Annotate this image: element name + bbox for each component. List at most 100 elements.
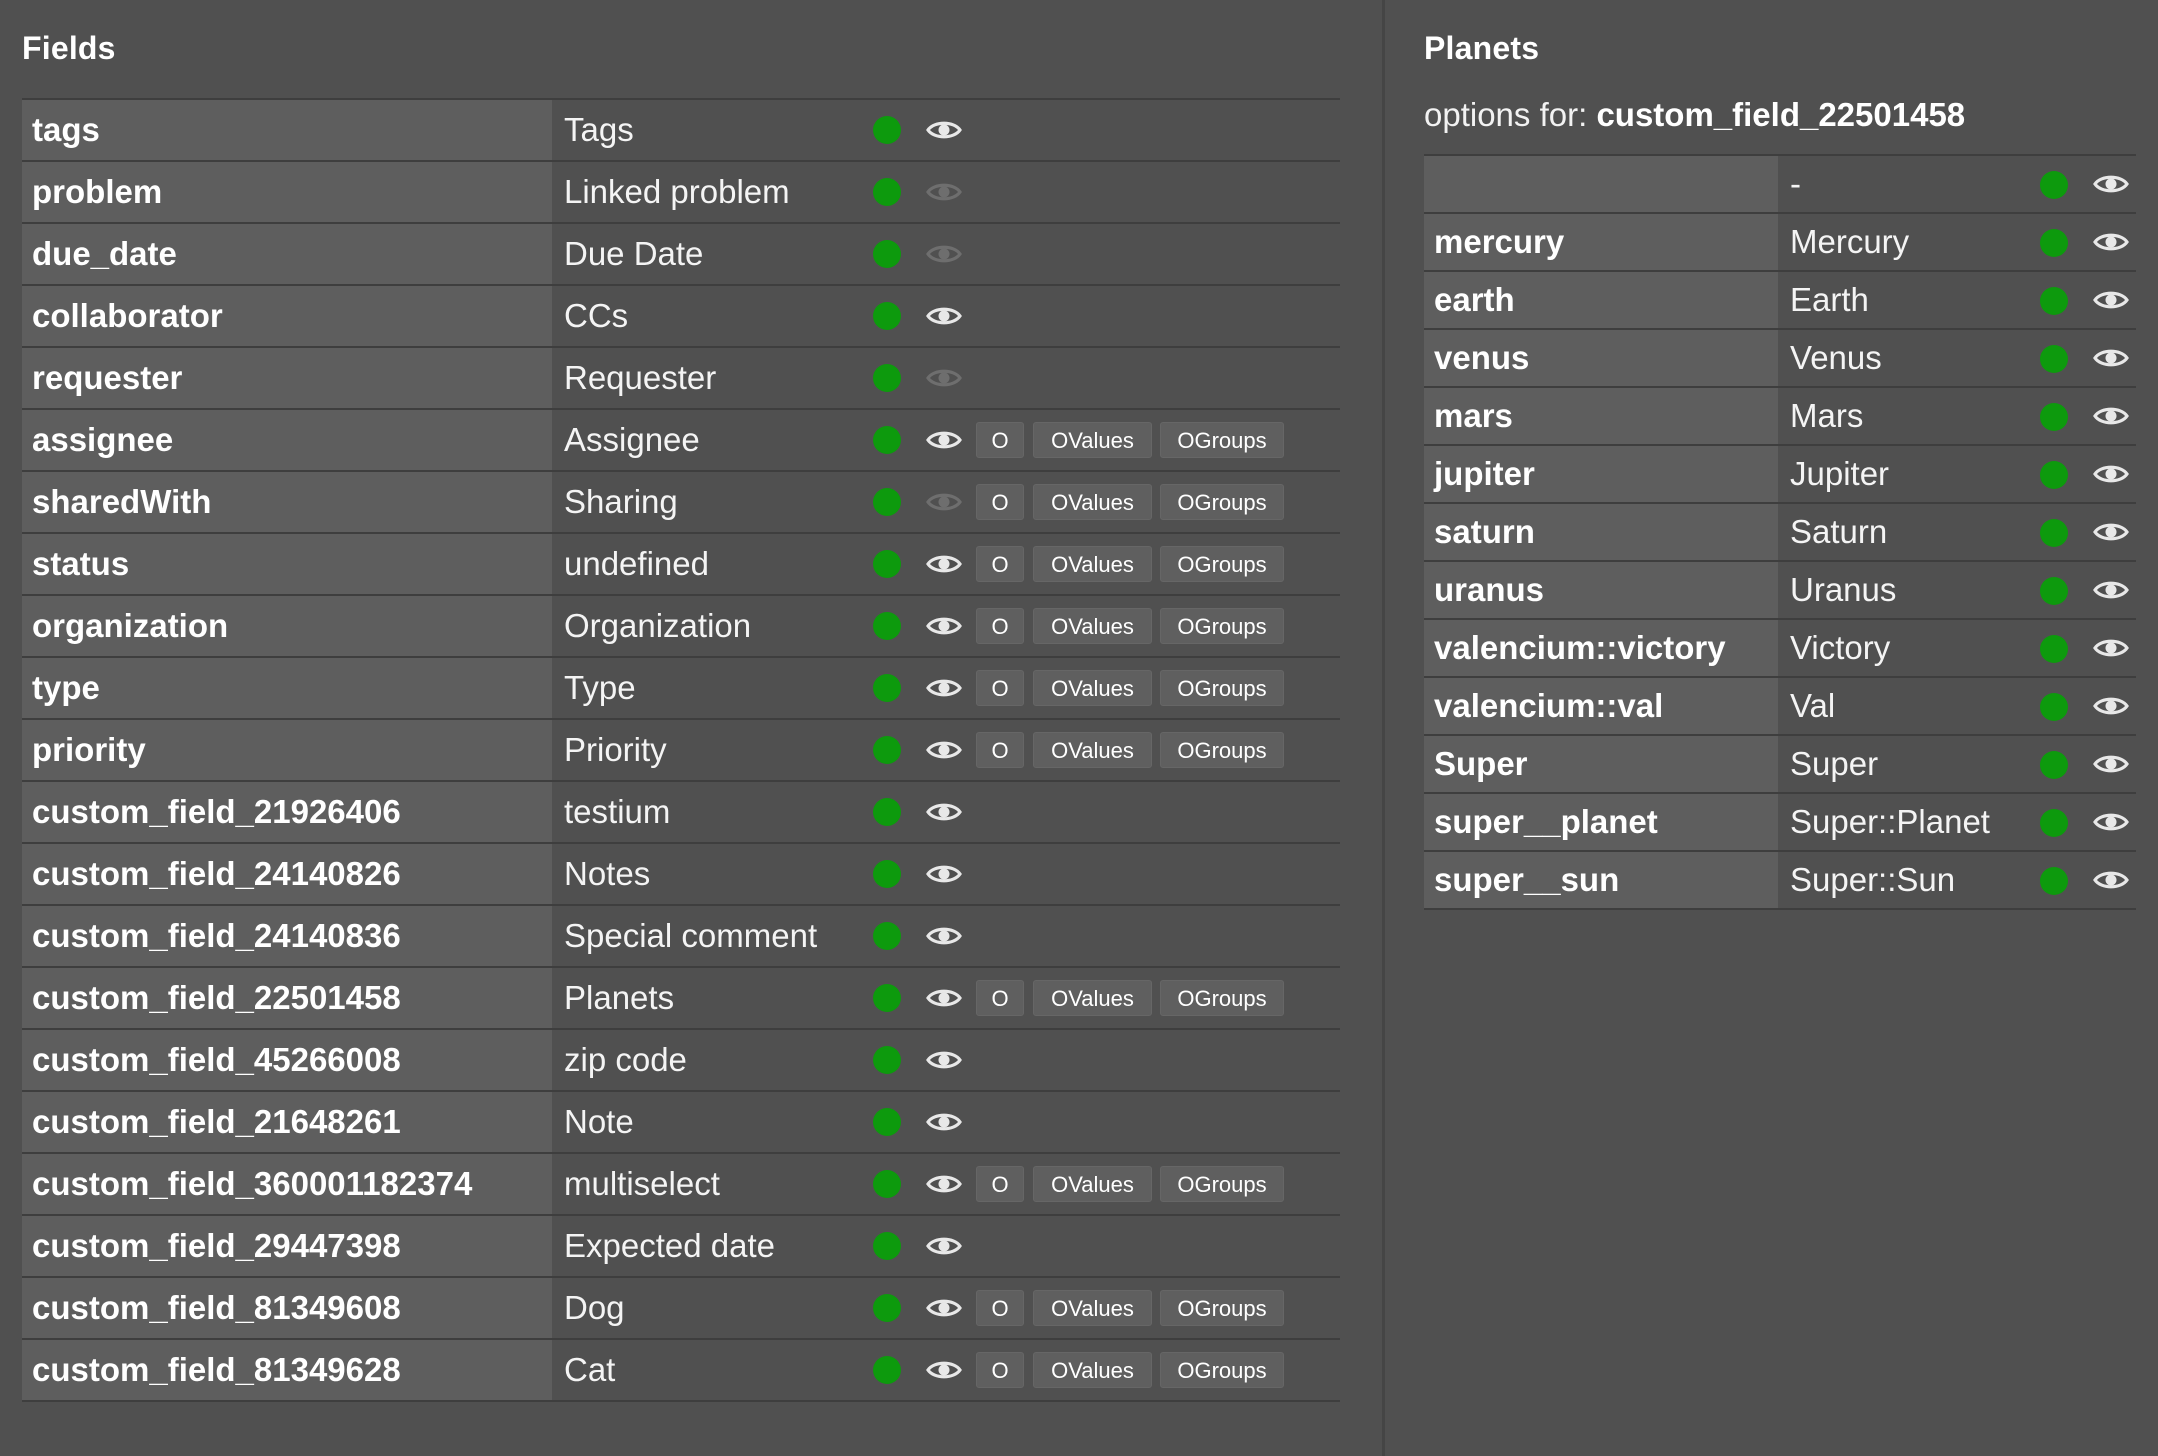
ogroups-button[interactable]: OGroups: [1160, 980, 1284, 1016]
o-button[interactable]: O: [976, 1352, 1024, 1388]
ogroups-button[interactable]: OGroups: [1160, 484, 1284, 520]
status-dot-icon[interactable]: [873, 1356, 901, 1384]
eye-icon[interactable]: [2093, 230, 2129, 254]
ovalues-button[interactable]: OValues: [1033, 1166, 1152, 1202]
eye-icon[interactable]: [2093, 346, 2129, 370]
eye-icon[interactable]: [2093, 694, 2129, 718]
eye-icon[interactable]: [926, 800, 962, 824]
eye-icon[interactable]: [2093, 288, 2129, 312]
ogroups-button[interactable]: OGroups: [1160, 608, 1284, 644]
status-dot-icon[interactable]: [873, 364, 901, 392]
eye-icon[interactable]: [926, 1296, 962, 1320]
status-dot-icon[interactable]: [2040, 519, 2068, 547]
status-dot-icon[interactable]: [873, 302, 901, 330]
status-dot-icon[interactable]: [873, 240, 901, 268]
ovalues-button[interactable]: OValues: [1033, 980, 1152, 1016]
status-dot-icon[interactable]: [2040, 635, 2068, 663]
eye-icon[interactable]: [2093, 404, 2129, 428]
o-button[interactable]: O: [976, 608, 1024, 644]
status-dot-icon[interactable]: [2040, 403, 2068, 431]
ogroups-button[interactable]: OGroups: [1160, 732, 1284, 768]
status-dot-icon[interactable]: [873, 736, 901, 764]
eye-icon[interactable]: [926, 366, 962, 390]
status-dot-icon[interactable]: [873, 798, 901, 826]
eye-icon[interactable]: [926, 862, 962, 886]
o-button[interactable]: O: [976, 1290, 1024, 1326]
ovalues-button[interactable]: OValues: [1033, 422, 1152, 458]
eye-icon[interactable]: [926, 428, 962, 452]
status-dot-icon[interactable]: [2040, 345, 2068, 373]
eye-icon[interactable]: [926, 986, 962, 1010]
eye-icon[interactable]: [926, 924, 962, 948]
status-dot-icon[interactable]: [2040, 287, 2068, 315]
status-dot-icon[interactable]: [873, 922, 901, 950]
o-button[interactable]: O: [976, 546, 1024, 582]
eye-icon[interactable]: [2093, 520, 2129, 544]
eye-icon[interactable]: [926, 242, 962, 266]
status-dot-icon[interactable]: [873, 178, 901, 206]
ovalues-button[interactable]: OValues: [1033, 670, 1152, 706]
eye-icon[interactable]: [926, 304, 962, 328]
status-dot-icon[interactable]: [873, 674, 901, 702]
o-button[interactable]: O: [976, 1166, 1024, 1202]
status-dot-icon[interactable]: [873, 612, 901, 640]
status-dot-icon[interactable]: [2040, 461, 2068, 489]
eye-icon[interactable]: [926, 1358, 962, 1382]
status-dot-icon[interactable]: [2040, 693, 2068, 721]
ogroups-button[interactable]: OGroups: [1160, 422, 1284, 458]
eye-icon[interactable]: [2093, 636, 2129, 660]
eye-icon[interactable]: [926, 180, 962, 204]
status-dot-icon[interactable]: [873, 1108, 901, 1136]
eye-icon[interactable]: [926, 738, 962, 762]
status-dot-icon[interactable]: [2040, 171, 2068, 199]
status-dot-icon[interactable]: [873, 488, 901, 516]
eye-icon[interactable]: [926, 118, 962, 142]
eye-icon[interactable]: [926, 1172, 962, 1196]
eye-icon[interactable]: [2093, 172, 2129, 196]
eye-icon[interactable]: [926, 676, 962, 700]
status-dot-icon[interactable]: [873, 426, 901, 454]
eye-icon[interactable]: [2093, 810, 2129, 834]
status-dot-icon[interactable]: [873, 116, 901, 144]
status-dot-icon[interactable]: [873, 1294, 901, 1322]
o-button[interactable]: O: [976, 732, 1024, 768]
field-label: undefined: [564, 545, 709, 582]
eye-icon[interactable]: [926, 1110, 962, 1134]
option-row: uranus Uranus: [1424, 562, 2136, 620]
status-dot-icon[interactable]: [873, 1046, 901, 1074]
eye-icon[interactable]: [2093, 752, 2129, 776]
ogroups-button[interactable]: OGroups: [1160, 1290, 1284, 1326]
eye-icon[interactable]: [926, 1048, 962, 1072]
ovalues-button[interactable]: OValues: [1033, 484, 1152, 520]
status-dot-icon[interactable]: [873, 860, 901, 888]
status-dot-icon[interactable]: [873, 984, 901, 1012]
status-dot-icon[interactable]: [873, 550, 901, 578]
ogroups-button[interactable]: OGroups: [1160, 1166, 1284, 1202]
status-dot-icon[interactable]: [2040, 867, 2068, 895]
eye-icon[interactable]: [2093, 868, 2129, 892]
o-button[interactable]: O: [976, 980, 1024, 1016]
ovalues-button[interactable]: OValues: [1033, 732, 1152, 768]
o-button[interactable]: O: [976, 670, 1024, 706]
eye-icon[interactable]: [926, 614, 962, 638]
o-button[interactable]: O: [976, 422, 1024, 458]
ogroups-button[interactable]: OGroups: [1160, 1352, 1284, 1388]
eye-icon[interactable]: [2093, 462, 2129, 486]
status-dot-icon[interactable]: [2040, 577, 2068, 605]
ovalues-button[interactable]: OValues: [1033, 546, 1152, 582]
ovalues-button[interactable]: OValues: [1033, 608, 1152, 644]
eye-icon[interactable]: [2093, 578, 2129, 602]
eye-icon[interactable]: [926, 490, 962, 514]
ovalues-button[interactable]: OValues: [1033, 1290, 1152, 1326]
status-dot-icon[interactable]: [2040, 751, 2068, 779]
ovalues-button[interactable]: OValues: [1033, 1352, 1152, 1388]
ogroups-button[interactable]: OGroups: [1160, 546, 1284, 582]
ogroups-button[interactable]: OGroups: [1160, 670, 1284, 706]
status-dot-icon[interactable]: [873, 1232, 901, 1260]
eye-icon[interactable]: [926, 552, 962, 576]
status-dot-icon[interactable]: [873, 1170, 901, 1198]
status-dot-icon[interactable]: [2040, 809, 2068, 837]
o-button[interactable]: O: [976, 484, 1024, 520]
eye-icon[interactable]: [926, 1234, 962, 1258]
status-dot-icon[interactable]: [2040, 229, 2068, 257]
